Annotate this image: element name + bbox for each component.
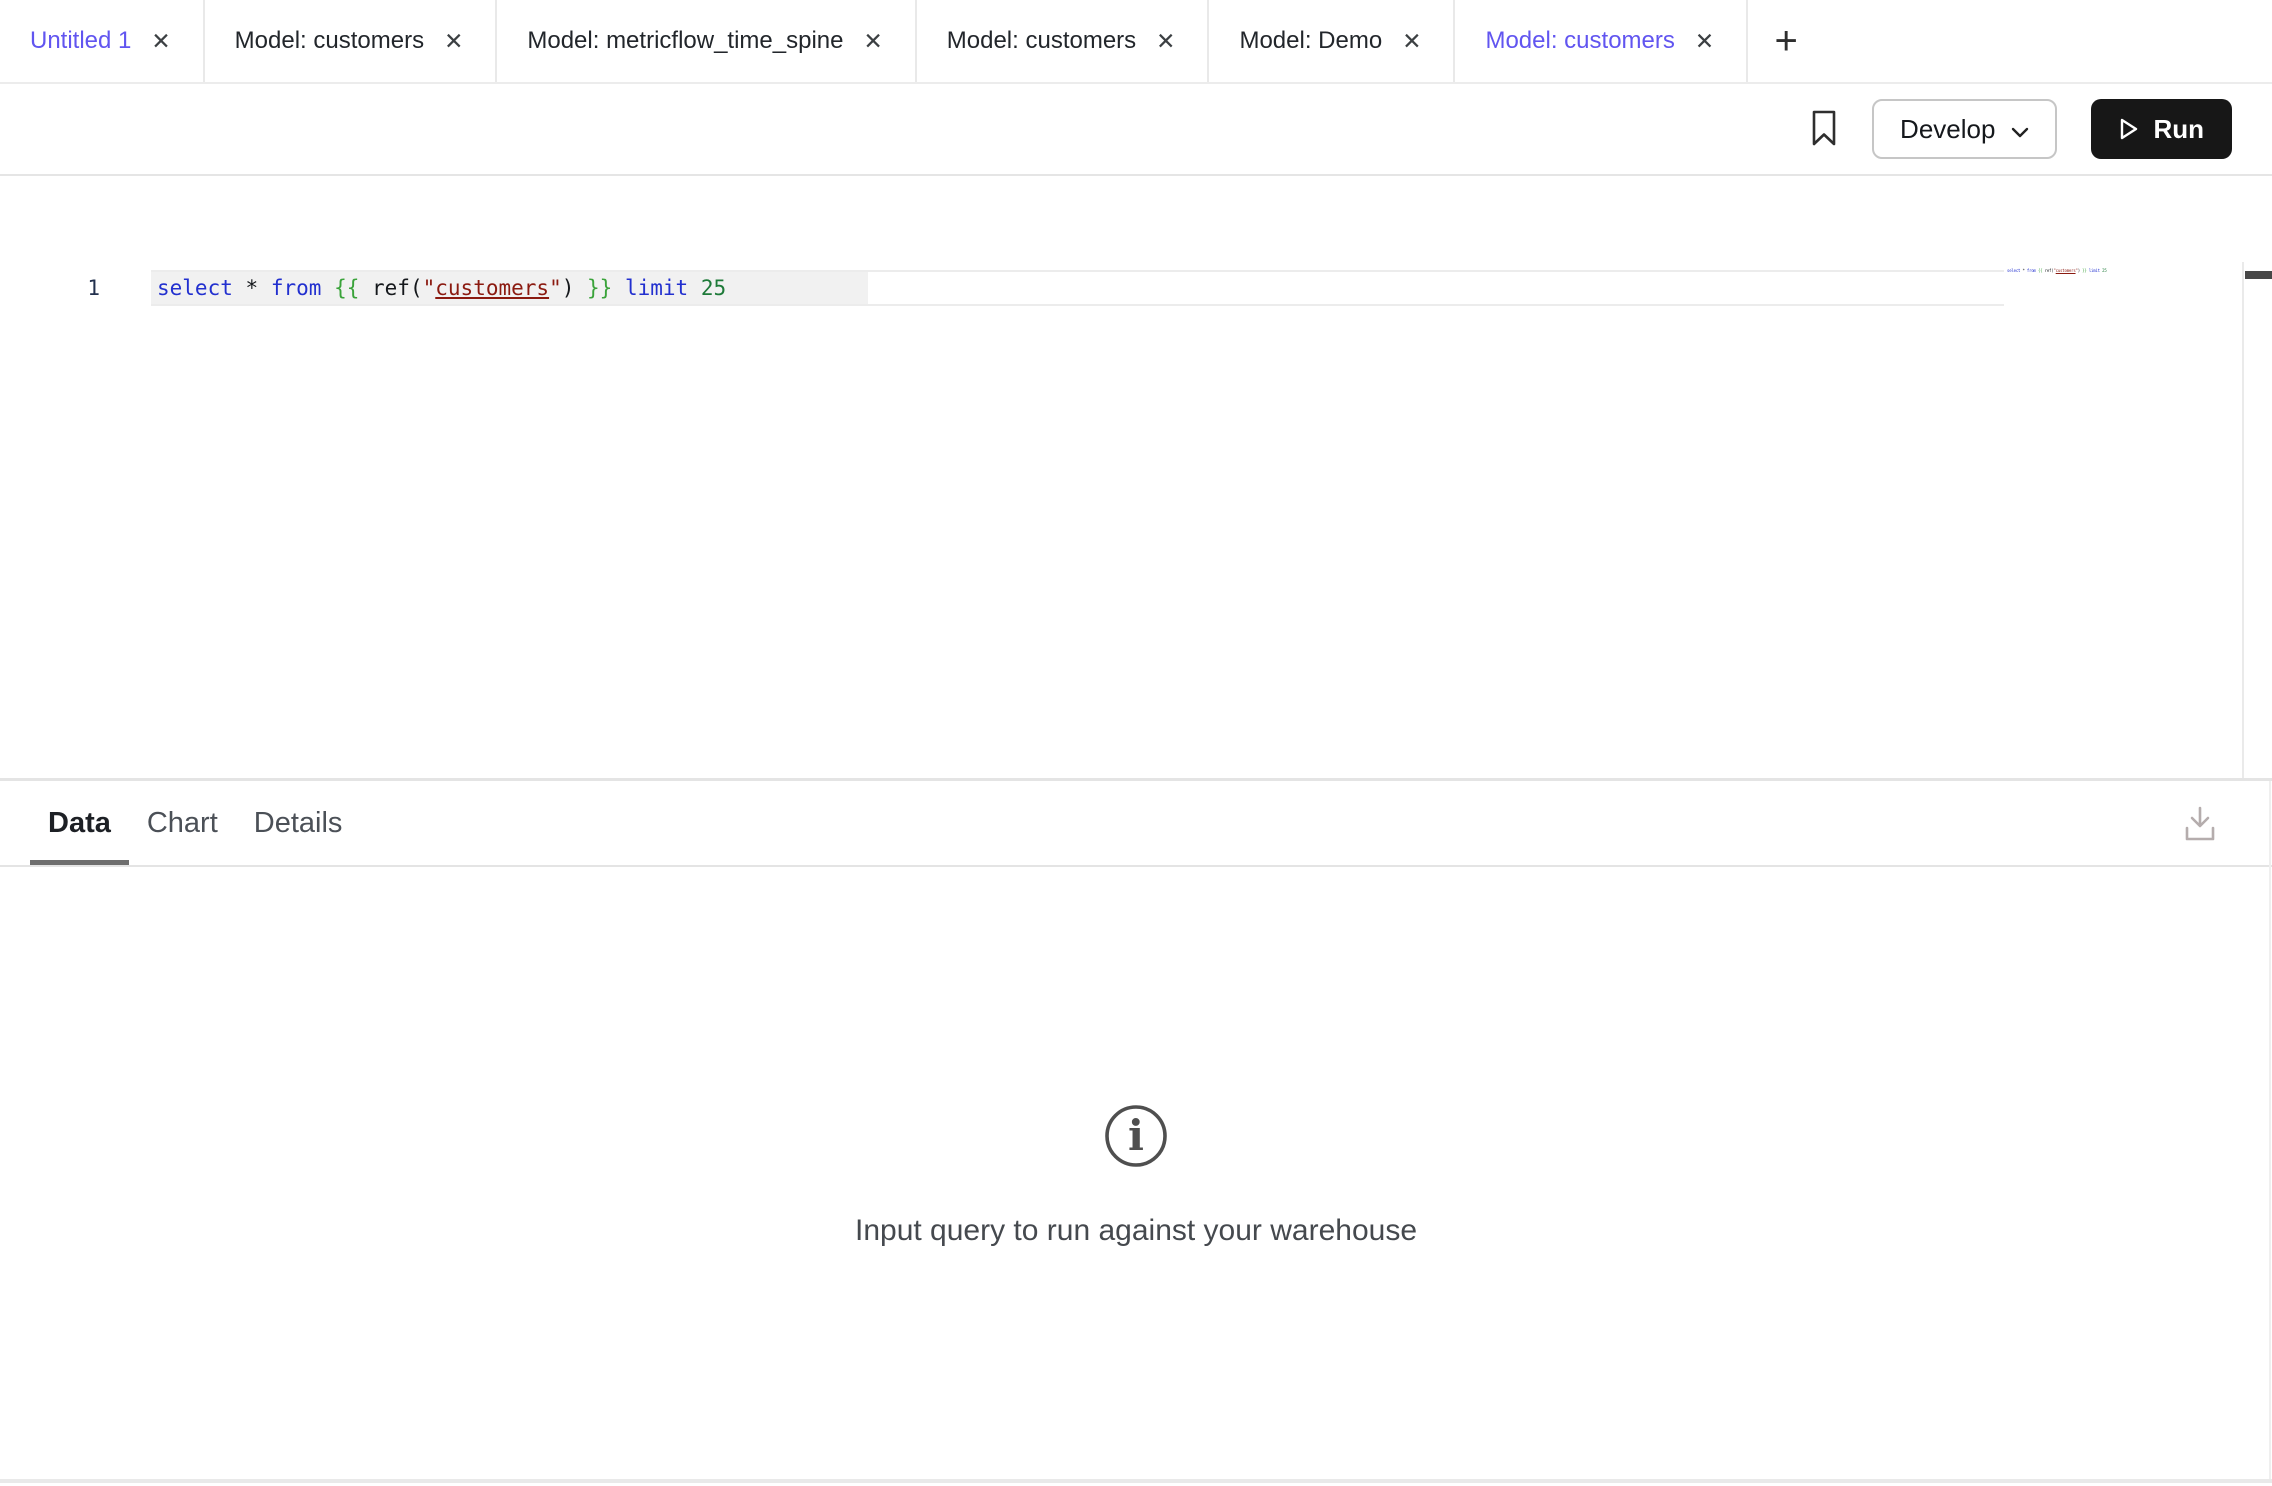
develop-dropdown-button[interactable]: Develop — [1872, 99, 2057, 159]
code-token: customers — [2056, 268, 2076, 273]
toolbar: Develop Run — [0, 84, 2272, 176]
close-tab-icon[interactable]: ✕ — [1400, 28, 1423, 55]
editor-tab-bar: Untitled 1✕Model: customers✕Model: metri… — [0, 0, 2272, 84]
code-token: select — [157, 276, 233, 300]
close-tab-icon[interactable]: ✕ — [149, 28, 172, 55]
svg-text:i: i — [1128, 1111, 1144, 1160]
code-token: " — [549, 276, 562, 300]
bookmark-button[interactable] — [1810, 109, 1838, 150]
empty-results-state: i Input query to run against your wareho… — [0, 1103, 2272, 1248]
editor-tab-1[interactable]: Model: customers ✕ — [205, 0, 498, 82]
editor-tab-5[interactable]: Model: customers ✕ — [1455, 0, 1748, 82]
editor-tab-2[interactable]: Model: metricflow_time_spine ✕ — [497, 0, 916, 82]
code-token — [688, 276, 701, 300]
code-token: select — [2007, 268, 2020, 273]
run-label: Run — [2153, 114, 2204, 145]
code-token — [258, 276, 271, 300]
panel-tab-data[interactable]: Data — [30, 781, 129, 865]
code-token: from — [271, 276, 322, 300]
code-token: " — [423, 276, 436, 300]
download-results-button[interactable] — [2181, 804, 2219, 847]
tab-label: Model: customers — [947, 27, 1136, 55]
code-token: limit — [625, 276, 688, 300]
code-text[interactable]: select * from {{ ref("customers") }} lim… — [151, 272, 868, 304]
code-token: 25 — [701, 276, 726, 300]
editor-minimap[interactable]: select * from {{ ref("customers") }} lim… — [2007, 268, 2127, 273]
info-icon: i — [1103, 1103, 1169, 1174]
active-code-line[interactable]: select * from {{ ref("customers") }} lim… — [151, 270, 2004, 306]
bottom-divider-bar — [0, 1479, 2272, 1483]
results-panel-tabs: DataChartDetails — [0, 781, 2272, 867]
code-token — [574, 276, 587, 300]
code-token: 25 — [2102, 268, 2106, 273]
close-tab-icon[interactable]: ✕ — [861, 28, 884, 55]
code-token: }} — [587, 276, 612, 300]
editor-tab-3[interactable]: Model: customers ✕ — [917, 0, 1210, 82]
editor-tab-0[interactable]: Untitled 1 ✕ — [0, 0, 205, 82]
tab-label: Model: metricflow_time_spine — [527, 27, 843, 55]
code-token: * — [246, 276, 259, 300]
close-tab-icon[interactable]: ✕ — [442, 28, 465, 55]
code-token — [233, 276, 246, 300]
editor-tab-4[interactable]: Model: Demo ✕ — [1209, 0, 1455, 82]
ide-window: Untitled 1✕Model: customers✕Model: metri… — [0, 0, 2272, 1486]
sql-editor[interactable]: 1 select * from {{ ref("customers") }} l… — [0, 176, 2272, 778]
empty-results-message: Input query to run against your warehous… — [855, 1214, 1417, 1248]
tab-list: Untitled 1✕Model: customers✕Model: metri… — [0, 0, 1748, 82]
play-icon — [2119, 117, 2139, 141]
panel-tab-chart[interactable]: Chart — [129, 781, 236, 865]
editor-scrollbar-thumb[interactable] — [2245, 271, 2272, 279]
code-token: ) — [562, 276, 575, 300]
add-tab-button[interactable]: + — [1748, 0, 1824, 82]
code-token — [321, 276, 334, 300]
close-tab-icon[interactable]: ✕ — [1154, 28, 1177, 55]
bookmark-icon — [1810, 109, 1838, 150]
code-token: ref — [372, 276, 410, 300]
tab-label: Model: customers — [1485, 27, 1674, 55]
tab-label: Model: customers — [235, 27, 424, 55]
line-number: 1 — [87, 276, 100, 300]
code-token: limit — [2089, 268, 2100, 273]
tab-label: Untitled 1 — [30, 27, 131, 55]
code-token: from — [2027, 268, 2036, 273]
close-tab-icon[interactable]: ✕ — [1693, 28, 1716, 55]
download-icon — [2181, 832, 2219, 847]
editor-scrollbar[interactable] — [2242, 262, 2272, 778]
code-token: ( — [410, 276, 423, 300]
line-number-gutter: 1 — [0, 270, 151, 306]
panel-tab-list: DataChartDetails — [30, 781, 360, 865]
run-button[interactable]: Run — [2091, 99, 2232, 159]
code-token: {{ — [334, 276, 359, 300]
code-token — [359, 276, 372, 300]
chevron-down-icon — [2011, 114, 2029, 145]
tab-label: Model: Demo — [1239, 27, 1382, 55]
develop-label: Develop — [1900, 114, 1995, 145]
code-token — [612, 276, 625, 300]
code-token: customers — [435, 276, 549, 300]
panel-tab-details[interactable]: Details — [236, 781, 361, 865]
